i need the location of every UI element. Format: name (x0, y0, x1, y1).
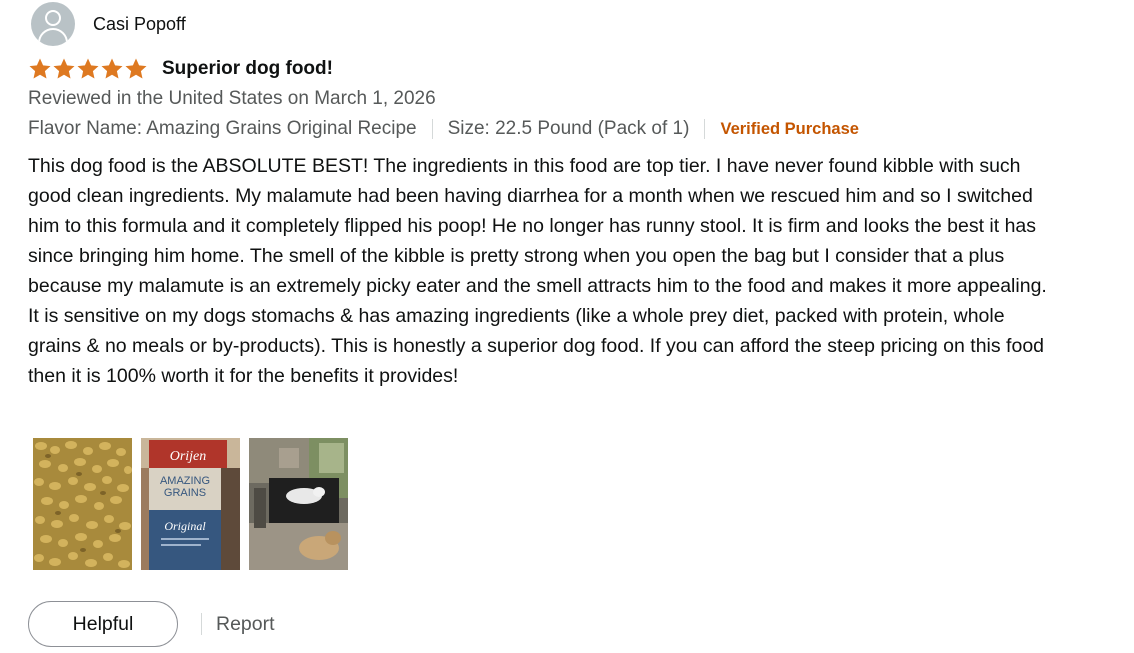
divider (201, 613, 202, 635)
bag-line-1-text: AMAZING (160, 475, 210, 487)
review-images: Orijen AMAZING GRAINS Original (33, 438, 348, 570)
report-link[interactable]: Report (216, 613, 275, 636)
star-icon (28, 57, 52, 81)
divider (431, 119, 433, 139)
product-variant-info: Flavor Name: Amazing Grains Original Rec… (28, 118, 859, 140)
star-icon (76, 57, 100, 81)
avatar-shoulders-shape (38, 28, 68, 46)
star-icon (124, 57, 148, 81)
reviewer-profile[interactable]: Casi Popoff (31, 2, 186, 46)
review-actions: Helpful Report (28, 601, 275, 647)
review-date: Reviewed in the United States on March 1… (28, 88, 436, 109)
helpful-button[interactable]: Helpful (28, 601, 178, 647)
bag-line-3-text: Original (164, 519, 206, 533)
star-icon (100, 57, 124, 81)
star-rating[interactable] (28, 57, 148, 81)
bag-brand-text: Orijen (170, 449, 207, 464)
review-title[interactable]: Superior dog food! (162, 58, 333, 80)
review-image-dogs[interactable] (249, 438, 348, 570)
review-image-kibble[interactable] (33, 438, 132, 570)
star-icon (52, 57, 76, 81)
review-image-food-bag[interactable]: Orijen AMAZING GRAINS Original (141, 438, 240, 570)
review-text: This dog food is the ABSOLUTE BEST! The … (28, 155, 1047, 387)
rating-row: Superior dog food! (28, 55, 333, 83)
flavor-name[interactable]: Flavor Name: Amazing Grains Original Rec… (28, 118, 417, 140)
verified-purchase-badge[interactable]: Verified Purchase (720, 120, 859, 139)
avatar[interactable] (31, 2, 75, 46)
bag-line-2-text: GRAINS (164, 487, 206, 499)
reviewer-name[interactable]: Casi Popoff (93, 14, 186, 35)
size-info[interactable]: Size: 22.5 Pound (Pack of 1) (448, 118, 690, 140)
divider (704, 119, 706, 139)
avatar-head-shape (45, 10, 61, 26)
